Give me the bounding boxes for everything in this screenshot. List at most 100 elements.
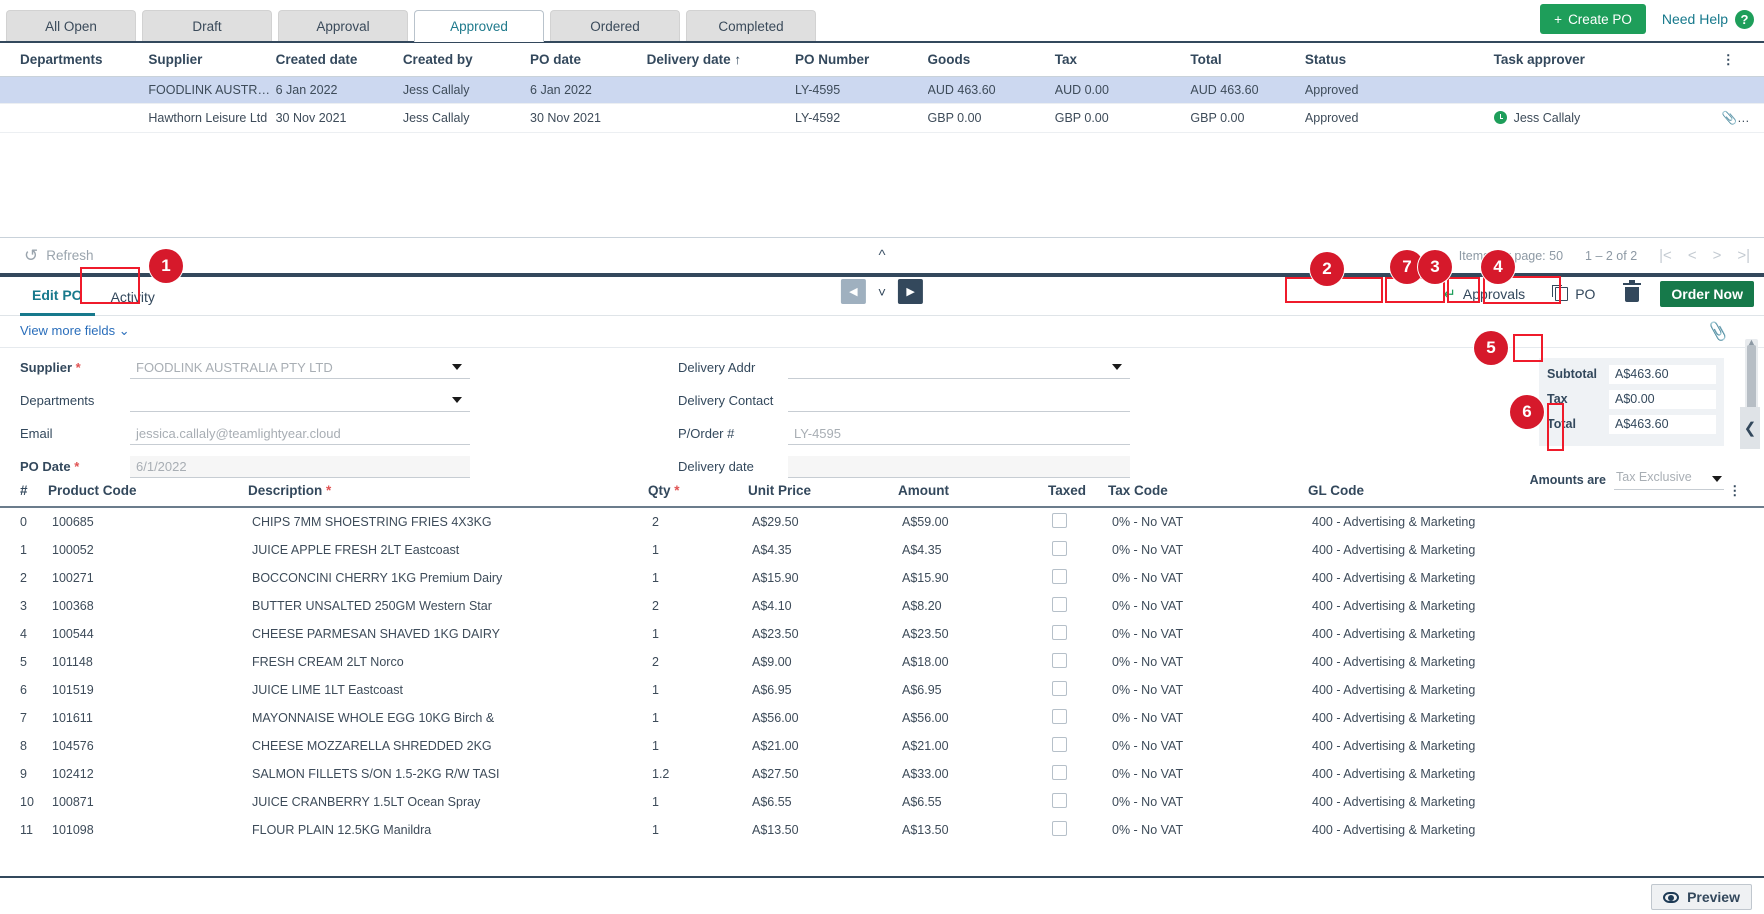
po-table: Departments Supplier Created date Created b… [0,43,1764,133]
line-item-row[interactable]: 11 101098 FLOUR PLAIN 12.5KG Manildra 1 A$13… [0,816,1764,844]
po-column-header[interactable]: PO Number [795,43,928,77]
next-record-button[interactable]: ▶ [898,279,924,304]
field-input[interactable]: 6/1/2022 [130,455,470,478]
field-input[interactable]: FOODLINK AUSTRALIA PTY LTD [130,357,470,379]
po-column-header[interactable]: PO date [530,43,647,77]
help-icon: ? [1735,9,1754,29]
line-cell-price: A$23.50 [752,627,799,641]
field-value: 6/1/2022 [136,458,187,474]
po-column-header[interactable]: Delivery date ↑ [646,43,796,77]
status-tab-all-open[interactable]: All Open [6,10,136,42]
line-item-row[interactable]: 10 100871 JUICE CRANBERRY 1.5LT Ocean Spra… [0,788,1764,816]
detail-tab-activity[interactable]: Activity [99,278,167,316]
next-page-button[interactable]: > [1713,247,1722,264]
po-cell-tax: GBP 0.00 [1054,103,1191,133]
approvals-label: Approvals [1462,286,1526,302]
status-tab-completed[interactable]: Completed [686,10,816,42]
notes-icon[interactable]: ☰ [1749,111,1760,125]
collapse-side-panel-button[interactable]: ❮ [1740,407,1760,449]
detail-tab-edit-po[interactable]: Edit PO [20,278,95,316]
po-column-header[interactable]: Tax [1054,43,1191,77]
first-page-button[interactable]: |< [1659,247,1672,264]
taxed-checkbox[interactable] [1052,513,1067,528]
line-column-header[interactable]: Product Code [48,477,248,508]
need-help-link[interactable]: Need Help ? [1662,9,1754,29]
field-input[interactable] [788,455,1130,478]
field-input[interactable]: jessica.callaly@teamlightyear.cloud [130,423,470,445]
total-row: Subtotal A$463.60 [1547,364,1716,384]
line-item-row[interactable]: 6 101519 JUICE LIME 1LT Eastcoast 1 A$6.95 A$… [0,676,1764,704]
line-item-row[interactable]: 3 100368 BUTTER UNSALTED 250GM Western Sta… [0,592,1764,620]
field-input[interactable] [788,390,1130,412]
refresh-button[interactable]: ↻ Refresh [24,246,94,266]
status-tab-approval[interactable]: Approval [278,10,408,42]
taxed-checkbox[interactable] [1052,765,1067,780]
line-item-row[interactable]: 8 104576 CHEESE MOZZARELLA SHREDDED 2KG 1 A$… [0,732,1764,760]
total-value: A$0.00 [1609,389,1716,409]
po-table-row[interactable]: Hawthorn Leisure Ltd 30 Nov 2021 Jess Call… [0,103,1764,133]
line-column-header[interactable]: Unit Price [748,477,898,508]
field-input[interactable]: LY-4595 [788,423,1130,445]
preview-button[interactable]: Preview [1651,884,1752,910]
order-now-button[interactable]: Order Now [1660,281,1754,307]
po-column-header[interactable]: Goods [927,43,1055,77]
po-column-header[interactable]: Created date [275,43,403,77]
grid-options-icon[interactable]: ⋮ [1721,43,1764,77]
collapse-grid-icon[interactable]: ^ [878,247,885,264]
taxed-checkbox[interactable] [1052,569,1067,584]
delete-po-button[interactable] [1616,279,1649,305]
expand-detail-icon[interactable]: ˅ [878,284,886,300]
line-column-header[interactable]: Amount [898,477,1048,508]
line-item-row[interactable]: 4 100544 CHEESE PARMESAN SHAVED 1KG DAIRY 1… [0,620,1764,648]
line-item-row[interactable]: 1 100052 JUICE APPLE FRESH 2LT Eastcoast 1 A… [0,536,1764,564]
po-table-row[interactable]: FOODLINK AUSTRALIA…6 Jan 2022Jess Callal… [0,76,1764,104]
approvals-button[interactable]: ↵ Approvals [1434,282,1535,306]
line-item-row[interactable]: 7 101611 MAYONNAISE WHOLE EGG 10KG Birch &… [0,704,1764,732]
line-column-header[interactable]: Description * [248,477,648,508]
view-more-fields-link[interactable]: View more fields ⌄ [20,323,130,339]
paperclip-icon[interactable]: 📎 [1722,111,1738,125]
field-input[interactable] [130,390,470,412]
line-options-icon[interactable]: ⋮ [1728,477,1764,508]
line-item-row[interactable]: 5 101148 FRESH CREAM 2LT Norco 2 A$9.00 A$18.… [0,648,1764,676]
po-column-header[interactable]: Created by [402,43,531,77]
po-column-header[interactable]: Departments [0,43,149,77]
line-item-row[interactable]: 9 102412 SALMON FILLETS S/ON 1.5-2KG R/W T… [0,760,1764,788]
last-page-button[interactable]: >| [1737,247,1750,264]
create-po-button[interactable]: + Create PO [1540,4,1646,34]
line-column-header[interactable]: Tax Code [1108,477,1308,508]
line-column-header[interactable]: Qty * [648,477,748,508]
status-tab-approved[interactable]: Approved [414,10,544,42]
line-cell-taxed [1048,592,1108,620]
line-item-row[interactable]: 2 100271 BOCCONCINI CHERRY 1KG Premium Dai… [0,564,1764,592]
po-column-header[interactable]: Total [1190,43,1305,77]
line-column-header[interactable]: # [0,477,48,508]
po-column-header[interactable]: Status [1304,43,1494,77]
prev-page-button[interactable]: < [1688,247,1697,264]
line-cell-qty: 2 [652,599,659,613]
line-item-row[interactable]: 0 100685 CHIPS 7MM SHOESTRING FRIES 4X3KG 2… [0,507,1764,536]
po-column-header[interactable]: Supplier [148,43,276,77]
taxed-checkbox[interactable] [1052,653,1067,668]
taxed-checkbox[interactable] [1052,541,1067,556]
status-tab-draft[interactable]: Draft [142,10,272,42]
po-copy-button[interactable]: PO [1546,283,1605,305]
line-column-header[interactable]: Taxed [1048,477,1108,508]
taxed-checkbox[interactable] [1052,821,1067,836]
attachment-button[interactable]: 📎 [1705,319,1731,344]
refresh-icon: ↻ [24,245,39,265]
form-row: Delivery date [678,455,1130,478]
taxed-checkbox[interactable] [1052,709,1067,724]
line-column-header[interactable]: GL Code [1308,477,1728,508]
taxed-checkbox[interactable] [1052,737,1067,752]
taxed-checkbox[interactable] [1052,681,1067,696]
prev-record-button[interactable]: ◀ [840,279,866,304]
po-column-header[interactable]: Task approver [1493,43,1722,77]
line-cell-tax_code: 0% - No VAT [1112,795,1184,809]
preview-label: Preview [1687,889,1740,905]
status-tab-ordered[interactable]: Ordered [550,10,680,42]
field-input[interactable] [788,357,1130,379]
taxed-checkbox[interactable] [1052,793,1067,808]
taxed-checkbox[interactable] [1052,625,1067,640]
taxed-checkbox[interactable] [1052,597,1067,612]
